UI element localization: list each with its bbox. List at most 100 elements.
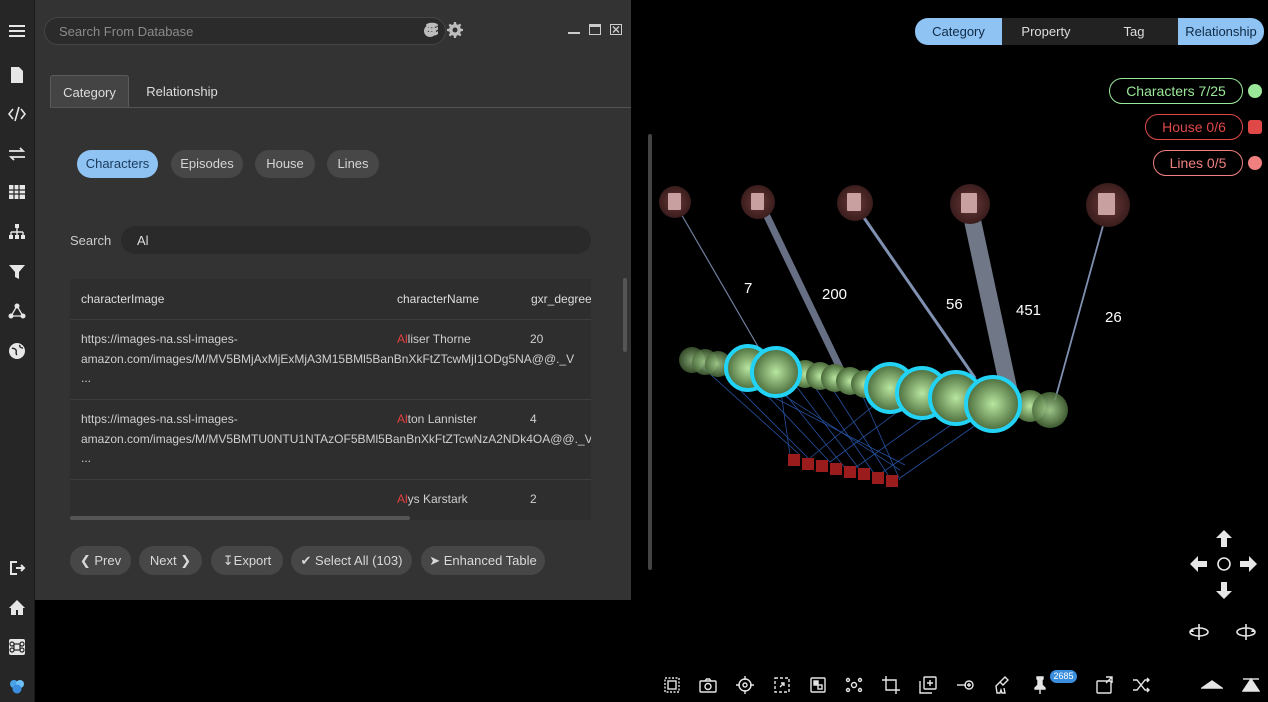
code-icon[interactable]: [7, 104, 27, 124]
table-row[interactable]: https://images-na.ssl-images-amazon.com/…: [70, 320, 591, 400]
pan-left-arrow-icon[interactable]: [1189, 554, 1209, 574]
prev-button[interactable]: ❮ Prev: [70, 546, 131, 575]
tab-divider: [50, 107, 631, 108]
maximize-window-button[interactable]: [589, 22, 601, 35]
table-icon[interactable]: [7, 182, 27, 202]
name-remainder: liser Thorne: [407, 332, 471, 346]
category-pill-house[interactable]: House: [255, 150, 315, 178]
cell-character-name: Alton Lannister: [397, 410, 477, 430]
cell-character-name: Alys Karstark: [397, 490, 468, 510]
network-icon[interactable]: [7, 301, 27, 321]
graph-canvas[interactable]: 7 200 56 451 26: [631, 60, 1268, 540]
column-header-gxr-degree[interactable]: gxr_degree: [531, 292, 591, 306]
clear-brush-icon[interactable]: [994, 676, 1012, 694]
column-header-character-image[interactable]: characterImage: [81, 292, 164, 306]
pan-up-arrow-icon[interactable]: [1214, 529, 1234, 549]
add-layer-icon[interactable]: [919, 676, 937, 694]
table-row[interactable]: Alys Karstark 2: [70, 480, 591, 520]
cell-gxr-degree: 20: [530, 332, 544, 346]
app-logo-icon[interactable]: [7, 676, 27, 696]
pin-count-badge: 2685: [1050, 670, 1077, 683]
cluster-icon[interactable]: [845, 676, 863, 694]
minimize-window-button[interactable]: [568, 22, 580, 34]
transfer-icon[interactable]: [7, 144, 27, 164]
cell-character-name: Alliser Thorne: [397, 330, 471, 350]
pin-icon[interactable]: [1031, 676, 1049, 694]
invert-selection-icon[interactable]: [809, 676, 827, 694]
file-icon[interactable]: [7, 65, 27, 85]
hierarchy-icon[interactable]: [7, 222, 27, 242]
box-select-icon[interactable]: [773, 676, 791, 694]
table-horizontal-scrollbar[interactable]: [70, 516, 410, 520]
search-match-highlight: Al: [397, 332, 408, 346]
crop-icon[interactable]: [882, 676, 900, 694]
export-canvas-icon[interactable]: [1096, 676, 1114, 694]
category-pill-characters[interactable]: Characters: [77, 150, 158, 178]
category-search-input[interactable]: [121, 226, 591, 254]
tab-relationship[interactable]: Relationship: [137, 75, 227, 108]
edge-label: 26: [1105, 309, 1122, 326]
edge-label: 200: [822, 286, 847, 303]
edge-label: 7: [744, 280, 752, 297]
view-tab-category[interactable]: Category: [915, 18, 1002, 45]
column-header-character-name[interactable]: characterName: [397, 292, 479, 306]
tab-category[interactable]: Category: [50, 75, 129, 108]
view-flat-icon[interactable]: [1199, 676, 1225, 694]
filter-icon[interactable]: [7, 262, 27, 282]
select-all-nodes-icon[interactable]: [663, 676, 681, 694]
view-tab-relationship[interactable]: Relationship: [1178, 18, 1264, 45]
pan-down-arrow-icon[interactable]: [1214, 580, 1234, 600]
table-header: characterImage characterName gxr_degree: [70, 279, 591, 320]
search-match-highlight: Al: [397, 492, 408, 506]
database-search-input[interactable]: [59, 22, 389, 40]
table-vertical-scrollbar[interactable]: [623, 278, 627, 352]
settings-gear-icon[interactable]: [447, 22, 463, 38]
download-icon: ↧: [222, 553, 234, 568]
enhanced-table-button[interactable]: ➤ Enhanced Table: [421, 546, 545, 575]
select-all-button[interactable]: ✔ Select All (103): [291, 546, 412, 575]
left-icon-rail: [0, 0, 35, 702]
database-icon[interactable]: [424, 22, 440, 38]
category-pill-lines[interactable]: Lines: [327, 150, 379, 178]
chevron-right-icon: ❯: [176, 553, 192, 568]
pan-right-arrow-icon[interactable]: [1238, 554, 1258, 574]
camera-icon[interactable]: [699, 676, 717, 694]
shuffle-layout-icon[interactable]: [1132, 676, 1150, 694]
export-button[interactable]: ↧Export: [211, 546, 283, 575]
add-edge-icon[interactable]: [957, 676, 975, 694]
home-icon[interactable]: [7, 598, 27, 618]
focus-target-icon[interactable]: [736, 676, 754, 694]
logout-icon[interactable]: [7, 558, 27, 578]
edge-label: 451: [1016, 302, 1041, 319]
cell-character-image: https://images-na.ssl-images-amazon.com/…: [81, 412, 591, 465]
reset-view-icon[interactable]: [1214, 554, 1234, 574]
check-icon: ✔: [300, 553, 316, 568]
search-label: Search: [70, 233, 112, 248]
view-tab-tag[interactable]: Tag: [1090, 18, 1178, 45]
menu-icon[interactable]: [7, 21, 27, 41]
name-remainder: ys Karstark: [407, 492, 468, 506]
category-pill-episodes[interactable]: Episodes: [171, 150, 243, 178]
send-icon: ➤: [429, 553, 444, 568]
globe-icon[interactable]: [7, 341, 27, 361]
view-top-icon[interactable]: [1241, 676, 1261, 694]
view-tab-property[interactable]: Property: [1002, 18, 1090, 45]
house-nodes[interactable]: [788, 454, 898, 487]
database-panel: × Category Relationship Characters Episo…: [35, 0, 652, 600]
cell-gxr-degree: 2: [530, 492, 537, 506]
name-remainder: ton Lannister: [407, 412, 478, 426]
chevron-left-icon: ❮: [79, 553, 95, 568]
results-table: characterImage characterName gxr_degree …: [70, 279, 591, 520]
cell-gxr-degree: 4: [530, 412, 537, 426]
command-icon[interactable]: [7, 637, 27, 657]
cell-character-image: https://images-na.ssl-images-amazon.com/…: [81, 332, 575, 385]
close-window-button[interactable]: [610, 22, 622, 35]
edge-label: 56: [946, 296, 963, 313]
database-search-box: ×: [44, 17, 446, 45]
table-row[interactable]: https://images-na.ssl-images-amazon.com/…: [70, 400, 591, 480]
rotate-right-icon[interactable]: [1236, 622, 1256, 642]
lines-nodes[interactable]: [659, 183, 1130, 227]
search-match-highlight: Al: [397, 412, 408, 426]
rotate-left-icon[interactable]: [1189, 622, 1209, 642]
next-button[interactable]: Next ❯: [139, 546, 202, 575]
